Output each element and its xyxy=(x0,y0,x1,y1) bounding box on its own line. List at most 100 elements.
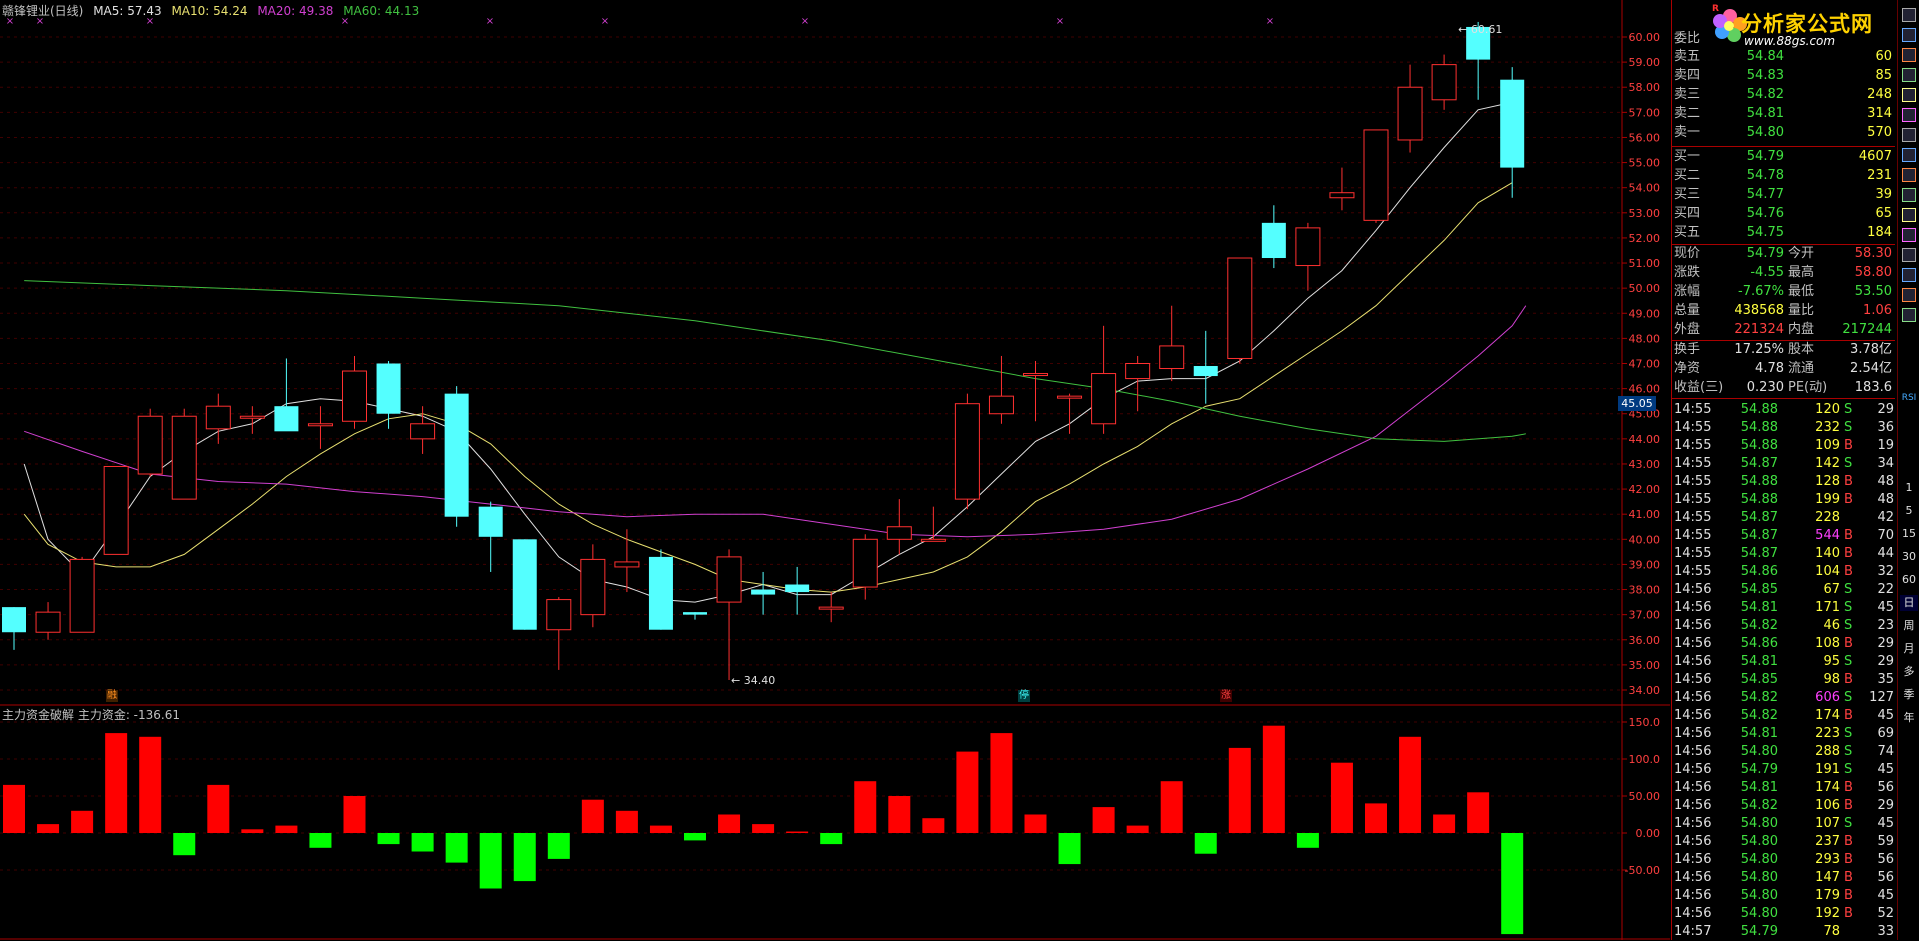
tick-price: 54.81 xyxy=(1740,726,1778,741)
link-icon[interactable] xyxy=(1902,208,1916,222)
period-button-7[interactable]: 周 xyxy=(1900,618,1918,634)
sell-label: 卖三 xyxy=(1674,87,1701,102)
period-button-9[interactable]: 多 xyxy=(1900,664,1918,680)
period-button-11[interactable]: 年 xyxy=(1900,710,1918,726)
tick-side: B xyxy=(1844,438,1853,453)
tick-time: 14:56 xyxy=(1674,654,1712,669)
period-button-3[interactable]: 15 xyxy=(1900,526,1918,542)
candle xyxy=(342,355,367,429)
indicator-bar xyxy=(37,824,60,833)
chart-icon[interactable] xyxy=(1902,108,1916,122)
table-icon[interactable] xyxy=(1902,68,1916,82)
tick-price: 54.87 xyxy=(1740,528,1778,543)
calendar-icon[interactable] xyxy=(1902,28,1916,42)
indicator-bar xyxy=(309,833,332,848)
candle-body xyxy=(205,405,231,430)
tick-side: B xyxy=(1844,708,1853,723)
price-tick-label: 59.00 xyxy=(1629,56,1661,69)
candle xyxy=(1159,305,1185,382)
indicator-bar xyxy=(479,833,502,889)
indicator-bar xyxy=(581,799,604,833)
sell-row: 卖五 54.84 60 xyxy=(1674,48,1894,65)
period-button-0[interactable]: RSI xyxy=(1900,390,1918,406)
zoom-icon[interactable] xyxy=(1902,248,1916,262)
period-button-1[interactable]: 1 xyxy=(1900,480,1918,496)
tick-row: 14:55 54.88 232 S 36 xyxy=(1674,419,1896,437)
stat-value: 58.80 xyxy=(1854,265,1892,280)
period-button-5[interactable]: 60 xyxy=(1900,572,1918,588)
tick-time: 14:56 xyxy=(1674,888,1712,903)
candle-body xyxy=(818,606,844,610)
period-button-10[interactable]: 季 xyxy=(1900,687,1918,703)
tick-volume: 228 xyxy=(1815,510,1840,525)
ind-tick-label: -50.00 xyxy=(1625,864,1660,877)
tick-price: 54.80 xyxy=(1740,888,1778,903)
period-button-2[interactable]: 5 xyxy=(1900,503,1918,519)
tick-side: S xyxy=(1844,456,1853,471)
tick-time: 14:56 xyxy=(1674,582,1712,597)
stat2-value: 17.25% xyxy=(1734,342,1784,357)
sell-price: 54.81 xyxy=(1746,106,1784,121)
indicator-bar xyxy=(1058,833,1081,865)
indicator-bar xyxy=(207,784,230,833)
indicator-bar xyxy=(411,833,434,852)
indicator-bar xyxy=(105,733,128,833)
candle xyxy=(274,358,299,432)
stat2-label: 股本 xyxy=(1788,342,1815,357)
marker-zhang[interactable]: 涨 xyxy=(1220,690,1232,702)
kline-chart[interactable]: 60.00 59.00 58.00 57.00 56.00 55.00 54.00 53.00… xyxy=(0,0,1670,940)
stat2-row: 换手 17.25% 股本 3.78亿 xyxy=(1674,341,1894,358)
tick-row: 14:56 54.82 174 B 45 xyxy=(1674,707,1896,725)
tick-volume: 192 xyxy=(1815,906,1840,921)
candle-body xyxy=(171,415,197,500)
tick-volume: 544 xyxy=(1815,528,1840,543)
tick-count: 36 xyxy=(1877,420,1894,435)
compare-icon[interactable] xyxy=(1902,168,1916,182)
current-price-tag: 45.05 xyxy=(1618,396,1656,411)
tick-time: 14:55 xyxy=(1674,564,1712,579)
stat-label: 外盘 xyxy=(1674,322,1701,337)
sell-price: 54.83 xyxy=(1746,68,1784,83)
tick-row: 14:56 54.80 237 B 59 xyxy=(1674,833,1896,851)
arrow-icon[interactable] xyxy=(1902,308,1916,322)
period-button-4[interactable]: 30 xyxy=(1900,549,1918,565)
indicator-bar xyxy=(718,814,741,833)
tick-time: 14:56 xyxy=(1674,618,1712,633)
sell-vol: 60 xyxy=(1875,49,1892,64)
indicator-bar xyxy=(1399,736,1422,833)
buy-row: 买五 54.75 184 xyxy=(1674,224,1894,241)
tick-side: B xyxy=(1844,834,1853,849)
bars-icon[interactable] xyxy=(1902,128,1916,142)
pen-icon[interactable] xyxy=(1902,268,1916,282)
buy-vol: 39 xyxy=(1875,187,1892,202)
book-icon[interactable] xyxy=(1902,188,1916,202)
top-x-marker: × xyxy=(801,16,809,27)
tool-strip: RSI 1 5 15 30 60 日周月多季年 xyxy=(1897,0,1919,940)
candle-body xyxy=(2,607,26,633)
stat-label: 现价 xyxy=(1674,246,1701,261)
flag-icon[interactable] xyxy=(1902,148,1916,162)
indicator-bar xyxy=(615,810,638,833)
tick-count: 70 xyxy=(1877,528,1894,543)
sell-label: 卖五 xyxy=(1674,49,1701,64)
buy-vol: 231 xyxy=(1867,168,1892,183)
period-button-8[interactable]: 月 xyxy=(1900,641,1918,657)
list-icon[interactable] xyxy=(1902,88,1916,102)
tick-price: 54.81 xyxy=(1740,600,1778,615)
ma5-label: MA5: 57.43 xyxy=(93,4,162,18)
tick-row: 14:56 54.80 288 S 74 xyxy=(1674,743,1896,761)
stat-row: 总量 438568 量比 1.06 xyxy=(1674,302,1894,319)
price-tick-label: 38.00 xyxy=(1629,584,1661,597)
grid-icon[interactable] xyxy=(1902,48,1916,62)
marker-rong[interactable]: 融 xyxy=(106,690,118,702)
marker-ting[interactable]: 停 xyxy=(1018,690,1030,702)
buy-row: 买一 54.79 4607 xyxy=(1674,148,1894,165)
tick-price: 54.86 xyxy=(1740,636,1778,651)
sell-row: 卖四 54.83 85 xyxy=(1674,67,1894,84)
home-icon[interactable] xyxy=(1902,8,1916,22)
target-icon[interactable] xyxy=(1902,228,1916,242)
move-icon[interactable] xyxy=(1902,288,1916,302)
period-button-6[interactable]: 日 xyxy=(1900,595,1918,611)
tick-row: 14:56 54.81 223 S 69 xyxy=(1674,725,1896,743)
indicator-bar xyxy=(139,736,162,833)
